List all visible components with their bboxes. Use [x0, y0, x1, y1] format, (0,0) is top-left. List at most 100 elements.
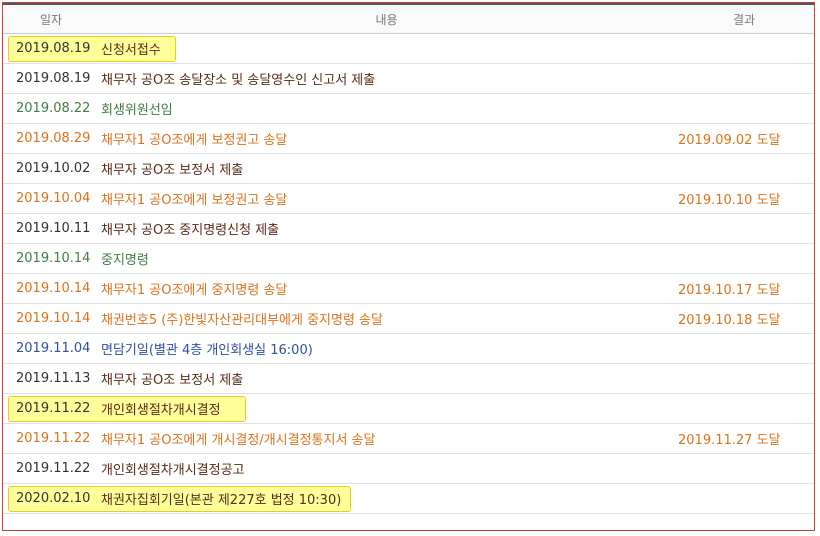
row-content-text: 채무자 공O조 송달장소 및 송달영수인 신고서 제출 — [101, 73, 376, 88]
row-date: 2019.10.02 — [3, 153, 99, 184]
row-result — [674, 33, 814, 64]
row-content-text: 채무자 공O조 보정서 제출 — [101, 163, 244, 178]
row-content: 채무자1 공O조에게 중지명령 송달 — [99, 273, 674, 304]
row-date: 2019.11.04 — [3, 333, 99, 364]
row-content-text: 채무자1 공O조에게 보정권고 송달 — [101, 193, 288, 208]
row-result — [674, 213, 814, 244]
row-content: 채무자 공O조 송달장소 및 송달영수인 신고서 제출 — [99, 63, 674, 94]
row-result: 2019.10.18 도달 — [674, 303, 814, 334]
row-content-text: 채무자 공O조 보정서 제출 — [101, 373, 244, 388]
table-row: 2019.08.19 신청서접수 — [3, 33, 814, 64]
row-date: 2019.11.22 — [3, 423, 99, 454]
row-content: 채권자집회기일(본관 제227호 법정 10:30) — [99, 483, 674, 514]
row-date: 2019.08.19 — [3, 33, 176, 64]
row-date: 2019.10.04 — [3, 183, 99, 214]
row-date: 2019.11.22 — [3, 393, 246, 424]
row-result — [674, 93, 814, 124]
row-date-text: 2019.11.13 — [16, 371, 91, 386]
table-row: 2020.02.10 채권자집회기일(본관 제227호 법정 10:30) — [3, 483, 814, 514]
row-date-text: 2019.11.22 — [16, 401, 91, 416]
table-header-row: 일자 내용 결과 — [3, 3, 814, 34]
row-result — [674, 393, 814, 424]
row-content-text: 채무자1 공O조에게 개시결정/개시결정통지서 송달 — [101, 433, 376, 448]
row-content: 채무자 공O조 보정서 제출 — [99, 153, 674, 184]
row-content-text: 채무자1 공O조에게 보정권고 송달 — [101, 133, 288, 148]
row-result — [674, 483, 814, 514]
row-content-text: 개인회생절차개시결정 — [101, 403, 221, 418]
table-row: 2019.10.04 채무자1 공O조에게 보정권고 송달 2019.10.10 도… — [3, 183, 814, 214]
row-date-text: 2019.11.04 — [16, 341, 91, 356]
table-row: 2019.10.14 채무자1 공O조에게 중지명령 송달 2019.10.17 도… — [3, 273, 814, 304]
row-content: 개인회생절차개시결정공고 — [99, 453, 674, 484]
row-date: 2019.11.22 — [3, 453, 99, 484]
table-row: 2019.11.22 채무자1 공O조에게 개시결정/개시결정통지서 송달 2019… — [3, 423, 814, 454]
table-row: 2019.08.22 회생위원선임 — [3, 93, 814, 124]
row-date-text: 2019.08.19 — [16, 71, 91, 86]
row-date: 2019.10.14 — [3, 303, 99, 334]
row-result — [674, 453, 814, 484]
table-row: 2019.11.13 채무자 공O조 보정서 제출 — [3, 363, 814, 394]
table-row: 2019.11.22 개인회생절차개시결정 — [3, 393, 814, 424]
table-row: 2019.11.04 면담기일(별관 4층 개인회생실 16:00) — [3, 333, 814, 364]
row-result — [674, 333, 814, 364]
table-row: 2019.10.14 중지명령 — [3, 243, 814, 274]
row-content-text: 채무자1 공O조에게 중지명령 송달 — [101, 283, 288, 298]
row-date-text: 2019.11.22 — [16, 431, 91, 446]
row-content: 채무자 공O조 보정서 제출 — [99, 363, 674, 394]
row-content-text: 면담기일(별관 4층 개인회생실 16:00) — [101, 343, 313, 358]
row-date-text: 2019.10.14 — [16, 311, 91, 326]
row-content-text: 채무자 공O조 중지명령신청 제출 — [101, 223, 280, 238]
row-date: 2019.10.11 — [3, 213, 99, 244]
table-row: 2019.08.29 채무자1 공O조에게 보정권고 송달 2019.09.02 도… — [3, 123, 814, 154]
row-content-text: 채권번호5 (주)한빛자산관리대부에게 중지명령 송달 — [101, 313, 383, 328]
row-date: 2019.11.13 — [3, 363, 99, 394]
row-result — [674, 363, 814, 394]
row-content: 채무자1 공O조에게 개시결정/개시결정통지서 송달 — [99, 423, 674, 454]
row-date-text: 2019.10.14 — [16, 251, 91, 266]
row-date-text: 2019.10.04 — [16, 191, 91, 206]
row-result: 2019.10.17 도달 — [674, 273, 814, 304]
row-content: 중지명령 — [99, 243, 674, 274]
table-row: 2019.11.22 개인회생절차개시결정공고 — [3, 453, 814, 484]
row-content-text: 중지명령 — [101, 253, 149, 268]
row-date: 2019.08.19 — [3, 63, 99, 94]
row-content: 개인회생절차개시결정 — [99, 393, 674, 424]
row-result — [674, 243, 814, 274]
row-date-text: 2019.08.22 — [16, 101, 91, 116]
case-history-panel: 일자 내용 결과 2019.08.19 신청서접수 2019.08.19 채무자 공O… — [2, 2, 815, 531]
column-header-date: 일자 — [3, 3, 99, 34]
row-date-text: 2020.02.10 — [16, 491, 91, 506]
row-content-text: 채권자집회기일(본관 제227호 법정 10:30) — [101, 493, 342, 508]
row-date-text: 2019.11.22 — [16, 461, 91, 476]
table-row: 2019.10.11 채무자 공O조 중지명령신청 제출 — [3, 213, 814, 244]
row-date: 2019.10.14 — [3, 243, 99, 274]
row-date-text: 2019.08.29 — [16, 131, 91, 146]
row-content: 채무자 공O조 중지명령신청 제출 — [99, 213, 674, 244]
row-date-text: 2019.10.11 — [16, 221, 91, 236]
column-header-content: 내용 — [99, 3, 674, 34]
table-row: 2019.10.14 채권번호5 (주)한빛자산관리대부에게 중지명령 송달 201… — [3, 303, 814, 334]
row-result — [674, 153, 814, 184]
row-content: 면담기일(별관 4층 개인회생실 16:00) — [99, 333, 674, 364]
row-result: 2019.11.27 도달 — [674, 423, 814, 454]
row-content: 채무자1 공O조에게 보정권고 송달 — [99, 123, 674, 154]
row-date-text: 2019.10.02 — [16, 161, 91, 176]
row-date: 2019.10.14 — [3, 273, 99, 304]
row-content-text: 개인회생절차개시결정공고 — [101, 463, 245, 478]
row-result: 2019.10.10 도달 — [674, 183, 814, 214]
row-content: 회생위원선임 — [99, 93, 674, 124]
row-date: 2019.08.22 — [3, 93, 99, 124]
row-content: 채무자1 공O조에게 보정권고 송달 — [99, 183, 674, 214]
table-row: 2019.10.02 채무자 공O조 보정서 제출 — [3, 153, 814, 184]
row-date-text: 2019.08.19 — [16, 41, 91, 56]
row-result — [674, 63, 814, 94]
row-content-text: 신청서접수 — [101, 43, 161, 58]
table-body: 2019.08.19 신청서접수 2019.08.19 채무자 공O조 송달장소 및 … — [3, 33, 814, 514]
row-content: 신청서접수 — [99, 33, 674, 64]
case-history-table: 일자 내용 결과 2019.08.19 신청서접수 2019.08.19 채무자 공O… — [3, 3, 814, 514]
row-result: 2019.09.02 도달 — [674, 123, 814, 154]
column-header-result: 결과 — [674, 3, 814, 34]
row-content-text: 회생위원선임 — [101, 103, 173, 118]
row-date: 2020.02.10 — [3, 483, 351, 514]
table-row: 2019.08.19 채무자 공O조 송달장소 및 송달영수인 신고서 제출 — [3, 63, 814, 94]
